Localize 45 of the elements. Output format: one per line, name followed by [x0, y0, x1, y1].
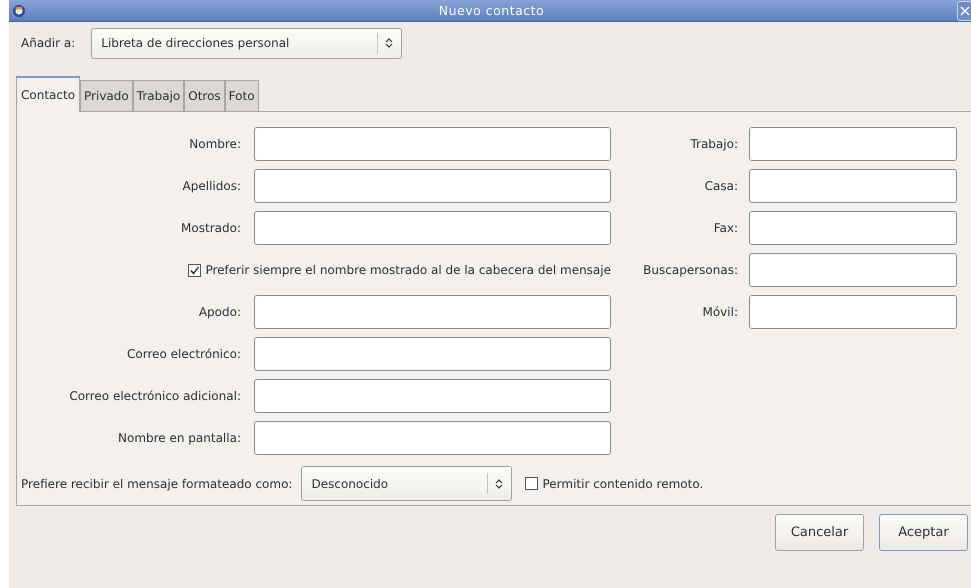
close-button[interactable]: [957, 0, 971, 20]
phone-label: Fax:: [712, 221, 738, 235]
close-icon: [958, 4, 970, 18]
name-field[interactable]: [254, 211, 611, 245]
up-down-arrows-icon: [385, 37, 394, 49]
phone-label: Casa:: [704, 179, 738, 193]
contact-field[interactable]: [254, 379, 611, 413]
dialog-button[interactable]: Cancelar: [775, 514, 864, 551]
tab[interactable]: Foto: [224, 80, 259, 111]
phone-label: Trabajo:: [689, 137, 738, 151]
contact-label: Correo electrónico:: [126, 347, 241, 361]
phone-field[interactable]: [749, 127, 957, 161]
checkbox[interactable]: [525, 477, 538, 490]
format-label: Prefiere recibir el mensaje formateado como:: [21, 476, 292, 490]
phone-field[interactable]: [749, 295, 957, 329]
phone-field[interactable]: [749, 211, 957, 245]
phone-label: Buscapersonas:: [642, 263, 738, 277]
tab[interactable]: Privado: [80, 80, 133, 111]
tab[interactable]: Otros: [184, 80, 225, 111]
contact-field[interactable]: [254, 421, 611, 455]
up-down-arrows-icon: [495, 478, 504, 490]
phone-field[interactable]: [749, 169, 957, 203]
contact-label: Correo electrónico adicional:: [68, 389, 241, 403]
tab[interactable]: Contacto: [16, 76, 80, 112]
name-label: Nombre:: [188, 137, 241, 151]
window-title: Nuevo contacto: [438, 3, 546, 18]
phone-label: Móvil:: [701, 305, 738, 319]
contact-field[interactable]: [254, 295, 611, 329]
name-label: Mostrado:: [180, 221, 241, 235]
name-field[interactable]: [254, 127, 611, 161]
name-field[interactable]: [254, 169, 611, 203]
phone-field[interactable]: [749, 253, 957, 287]
name-label: Apellidos:: [182, 179, 241, 193]
contact-label: Nombre en pantalla:: [117, 431, 241, 445]
add-to-label: Añadir a:: [21, 36, 76, 50]
contact-label: Apodo:: [198, 305, 241, 319]
format-dropdown[interactable]: Desconocido: [301, 466, 512, 501]
checkbox[interactable]: [188, 264, 202, 276]
prefer-display-name-label: Preferir siempre el nombre mostrado al de la cabecera del mensaje: [205, 263, 611, 277]
remote-content-label: Permitir contenido remoto.: [542, 476, 704, 490]
address-book-dropdown[interactable]: Libreta de direcciones personal: [91, 28, 402, 58]
app-icon: [12, 4, 26, 18]
dialog-button[interactable]: Aceptar: [879, 514, 968, 551]
contact-field[interactable]: [254, 337, 611, 371]
tab[interactable]: Trabajo: [132, 80, 184, 111]
